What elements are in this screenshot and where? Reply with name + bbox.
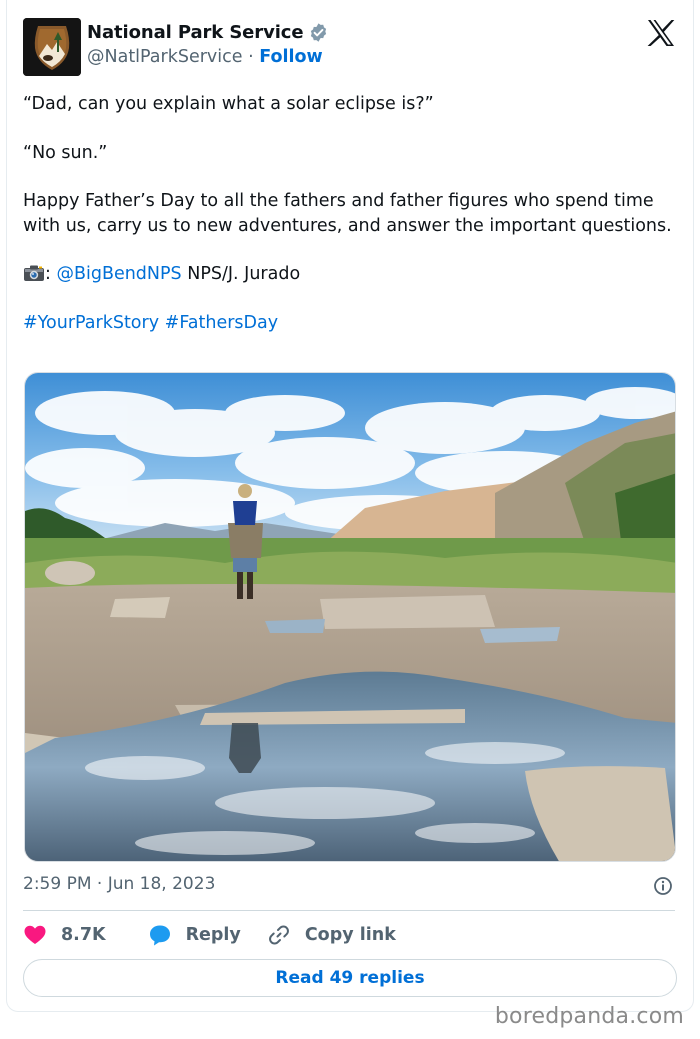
- read-replies-button[interactable]: Read 49 replies: [23, 959, 677, 997]
- info-icon[interactable]: [653, 876, 673, 896]
- name-row: National Park Service: [87, 22, 329, 43]
- separator: ·: [242, 47, 260, 67]
- nps-arrowhead-logo-icon: [23, 18, 81, 76]
- mention-bigbendnps[interactable]: @BigBendNPS: [56, 264, 181, 284]
- camera-emoji-icon: [23, 264, 45, 282]
- link-icon: [268, 925, 289, 945]
- boredpanda-watermark: boredpanda.com: [494, 1004, 684, 1029]
- divider: [23, 910, 675, 911]
- tweet-line-question: “Dad, can you explain what a solar eclip…: [23, 94, 434, 114]
- heart-icon: [24, 925, 46, 944]
- verified-badge-icon: [308, 22, 329, 43]
- credit-suffix: NPS/J. Jurado: [181, 264, 301, 284]
- tweet-line-message: Happy Father’s Day to all the fathers an…: [23, 191, 672, 236]
- hashtag-yourparkstory[interactable]: #YourParkStory: [23, 313, 159, 333]
- copy-link-label: Copy link: [304, 925, 396, 945]
- follow-button[interactable]: Follow: [259, 47, 322, 67]
- landscape-photo-image: [25, 373, 675, 861]
- like-button[interactable]: 8.7K: [23, 923, 148, 947]
- like-count: 8.7K: [61, 925, 106, 945]
- credit-prefix: :: [45, 264, 57, 284]
- avatar[interactable]: [23, 18, 81, 76]
- timestamp[interactable]: 2:59 PM · Jun 18, 2023: [23, 874, 215, 894]
- action-bar: 8.7K Reply Copy link: [23, 920, 396, 950]
- hashtag-fathersday[interactable]: #FathersDay: [165, 313, 278, 333]
- handle[interactable]: @NatlParkService: [87, 47, 243, 67]
- tweet-line-answer: “No sun.”: [23, 142, 108, 163]
- tweet-text: “Dad, can you explain what a solar eclip…: [23, 92, 673, 335]
- display-name[interactable]: National Park Service: [87, 22, 304, 43]
- reply-label: Reply: [185, 925, 241, 945]
- photo-credit: : @BigBendNPS NPS/J. Jurado: [23, 262, 673, 287]
- tweet-photo[interactable]: [24, 372, 676, 862]
- x-logo-icon[interactable]: [647, 20, 675, 46]
- hashtags: #YourParkStory #FathersDay: [23, 311, 673, 336]
- handle-row: @NatlParkService · Follow: [87, 47, 323, 67]
- reply-bubble-icon: [149, 925, 170, 946]
- reply-button[interactable]: Reply: [148, 923, 267, 947]
- copy-link-button[interactable]: Copy link: [267, 923, 396, 947]
